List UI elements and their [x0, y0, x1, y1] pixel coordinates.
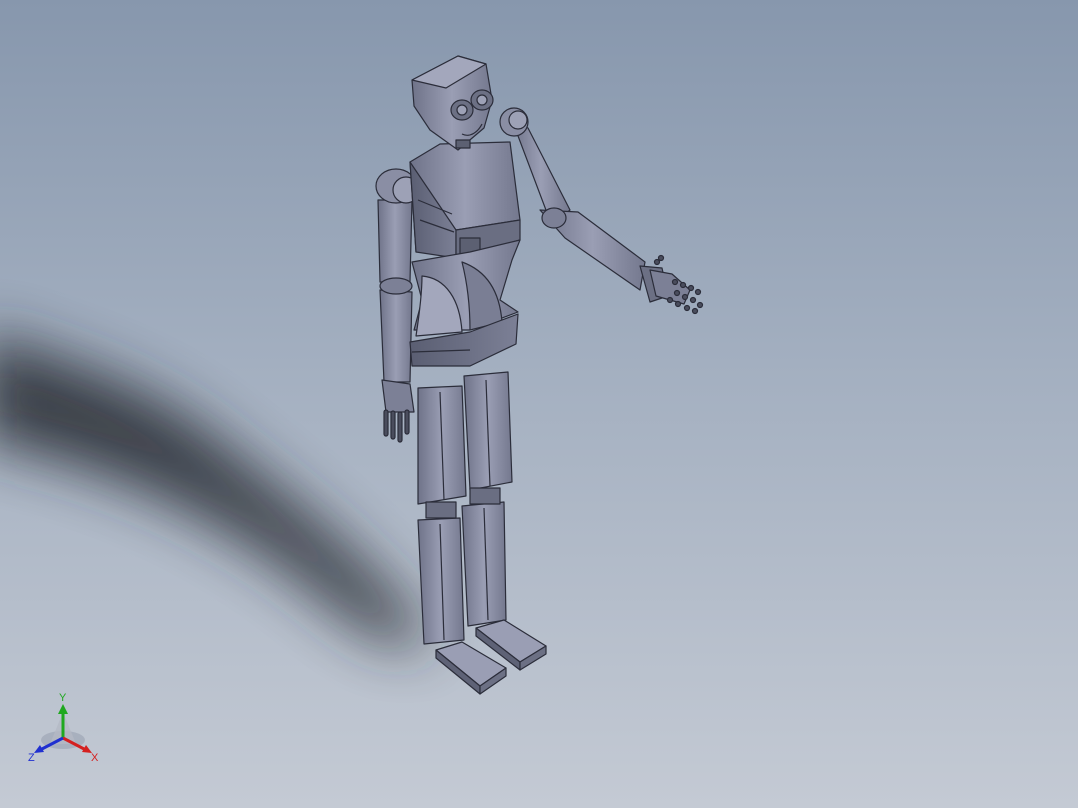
graphics-viewport[interactable]: Y X Z	[0, 0, 1078, 808]
robot-head[interactable]	[412, 56, 493, 150]
robot-left-leg[interactable]	[418, 386, 466, 644]
robot-torso[interactable]	[410, 142, 520, 258]
z-axis-label: Z	[28, 752, 35, 764]
robot-right-arm[interactable]	[500, 108, 668, 302]
robot-right-hand[interactable]	[650, 256, 703, 314]
robot-right-leg[interactable]	[462, 372, 512, 626]
model-scene[interactable]	[0, 0, 1078, 808]
floor-shadow	[0, 330, 430, 646]
axis-triad: Y X Z	[20, 690, 110, 770]
y-axis-label: Y	[59, 692, 67, 704]
robot-left-hand[interactable]	[382, 380, 414, 442]
x-axis-label: X	[91, 752, 99, 764]
y-axis-arrow	[58, 704, 68, 714]
